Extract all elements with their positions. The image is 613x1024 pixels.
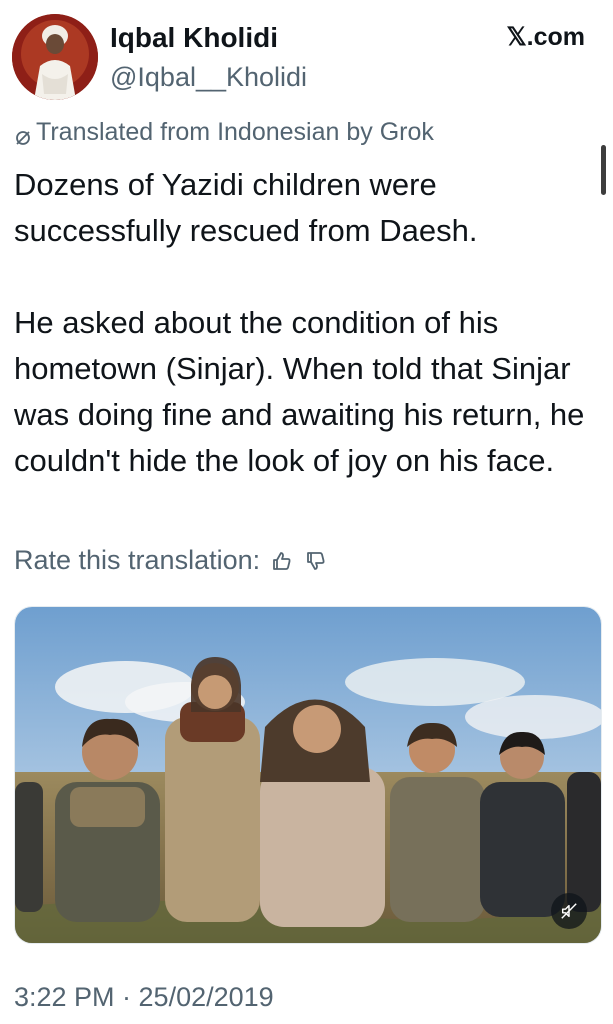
tweet-body: Dozens of Yazidi children were successfu…	[14, 162, 594, 484]
author-handle[interactable]: @Iqbal__Kholidi	[110, 62, 307, 93]
translation-notice: Translated from Indonesian by Grok	[14, 118, 434, 147]
tweet-header: Iqbal Kholidi @Iqbal__Kholidi 𝕏.com	[0, 0, 613, 110]
translation-notice-text: Translated from Indonesian by Grok	[36, 118, 434, 146]
tweet-paragraph: He asked about the condition of his home…	[14, 305, 585, 478]
rate-translation-label: Rate this translation:	[14, 545, 261, 575]
speaker-muted-icon	[561, 903, 577, 919]
rate-translation: Rate this translation:	[14, 545, 328, 576]
author-display-name[interactable]: Iqbal Kholidi	[110, 22, 278, 54]
scrollbar[interactable]	[601, 145, 606, 195]
translate-icon	[14, 124, 32, 145]
tweet-timestamp[interactable]: 3:22 PM · 25/02/2019	[14, 982, 274, 1013]
tweet-video[interactable]	[14, 606, 602, 944]
source-label: 𝕏.com	[506, 23, 586, 51]
mute-button[interactable]	[551, 893, 587, 929]
thumbs-down-icon[interactable]	[304, 549, 328, 573]
avatar-portrait-icon	[12, 14, 98, 100]
author-avatar[interactable]	[12, 14, 98, 100]
tweet-paragraph: Dozens of Yazidi children were successfu…	[14, 167, 478, 248]
thumbs-up-icon[interactable]	[270, 549, 294, 573]
video-frame	[15, 607, 601, 943]
